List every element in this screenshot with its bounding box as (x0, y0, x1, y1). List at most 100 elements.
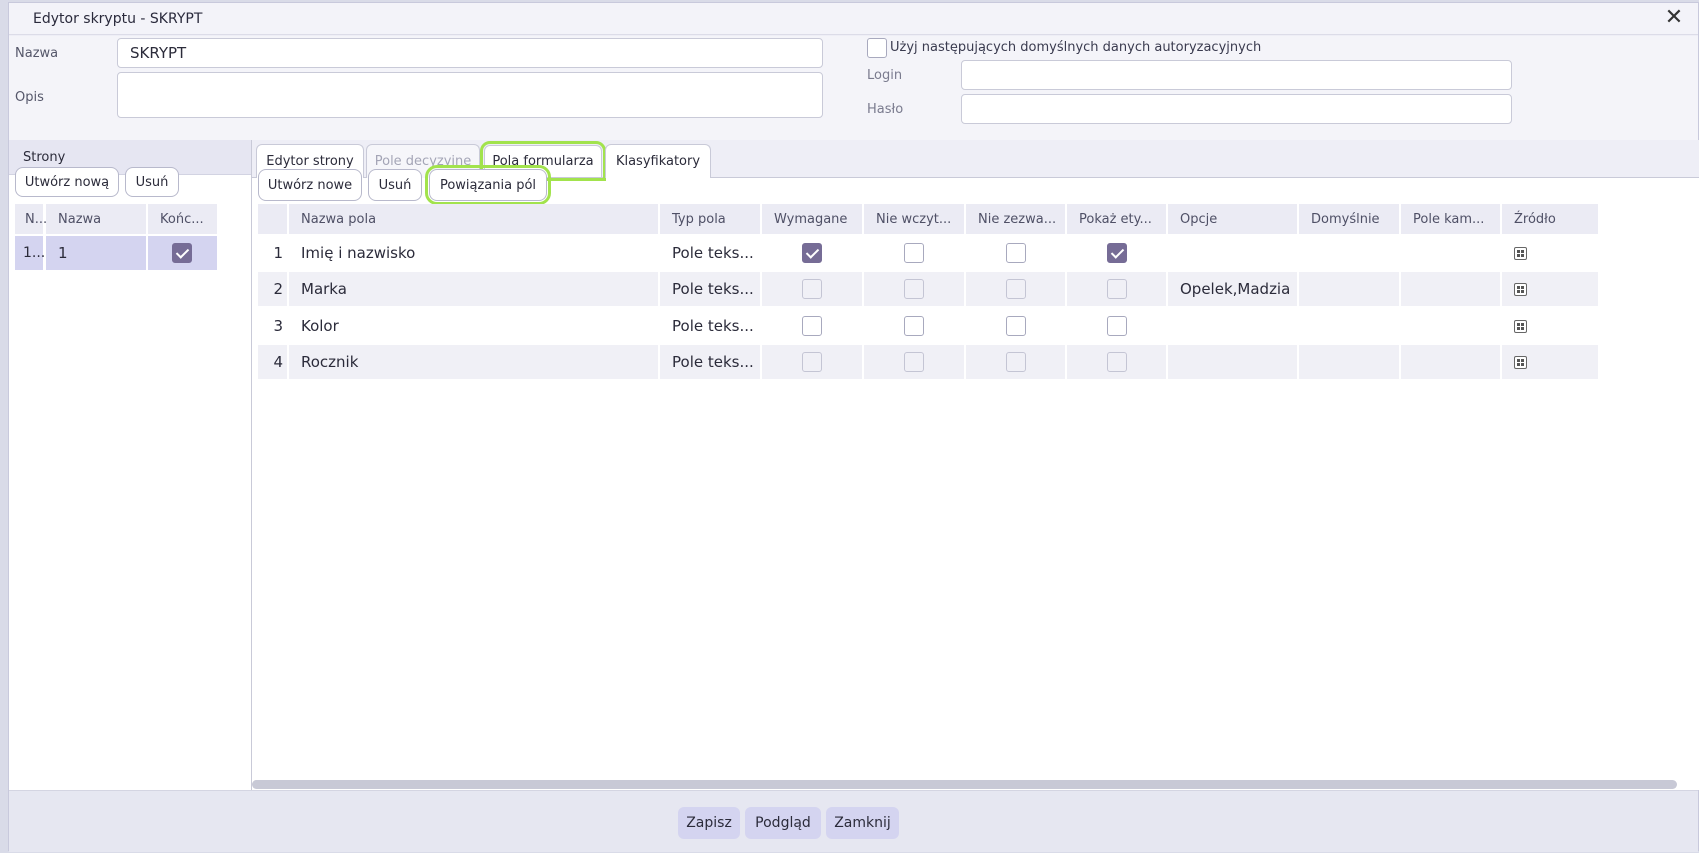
fields-col-show-label[interactable]: Pokaż ety... (1067, 204, 1166, 234)
fields-row-name-cell[interactable]: Marka (289, 272, 658, 306)
fields-row-no-cell[interactable]: 3 (258, 309, 287, 343)
password-input[interactable] (961, 94, 1512, 124)
fields-row-no-allow-cell[interactable] (966, 345, 1065, 379)
fields-row-default-cell[interactable] (1299, 309, 1399, 343)
fields-row-required-cell[interactable] (762, 345, 862, 379)
fields-row-no-load-cell[interactable] (864, 272, 964, 306)
required-checkbox[interactable] (802, 352, 822, 372)
fields-row-required-cell[interactable] (762, 236, 862, 270)
fields-col-type[interactable]: Typ pola (660, 204, 760, 234)
no-allow-checkbox[interactable] (1005, 279, 1026, 299)
fields-row-options-cell[interactable] (1168, 236, 1297, 270)
fields-col-number[interactable] (258, 204, 287, 234)
fields-row-no-cell[interactable]: 1 (258, 236, 287, 270)
required-checkbox[interactable] (802, 279, 822, 299)
fields-col-options[interactable]: Opcje (1168, 204, 1297, 234)
source-icon[interactable] (1514, 355, 1527, 369)
fields-col-name[interactable]: Nazwa pola (289, 204, 658, 234)
description-label: Opis (15, 90, 44, 105)
fields-row-no-allow-cell[interactable] (966, 309, 1065, 343)
fields-row-options-cell[interactable] (1168, 345, 1297, 379)
delete-page-button[interactable]: Usuń (125, 167, 179, 197)
fields-col-required[interactable]: Wymagane (762, 204, 862, 234)
no-load-checkbox[interactable] (904, 316, 924, 336)
fields-row-no-load-cell[interactable] (864, 309, 964, 343)
login-input[interactable] (961, 60, 1512, 90)
no-load-checkbox[interactable] (904, 279, 924, 299)
pages-row-number[interactable]: 1... (15, 236, 45, 270)
name-input[interactable]: SKRYPT (117, 38, 823, 68)
required-checkbox[interactable] (802, 243, 822, 263)
fields-row-camp-field-cell[interactable] (1401, 272, 1500, 306)
create-page-button[interactable]: Utwórz nową (15, 167, 119, 197)
no-allow-checkbox[interactable] (1005, 316, 1026, 336)
fields-col-no-allow[interactable]: Nie zezwa... (966, 204, 1065, 234)
description-input[interactable] (117, 72, 823, 118)
pages-row-final[interactable] (148, 236, 217, 270)
fields-col-default[interactable]: Domyślnie (1299, 204, 1399, 234)
show-label-checkbox[interactable] (1106, 279, 1127, 299)
fields-row-source-cell[interactable] (1502, 309, 1598, 343)
fields-row-name-cell[interactable]: Imię i nazwisko (289, 236, 658, 270)
fields-row-show-label-cell[interactable] (1067, 345, 1166, 379)
pages-col-final[interactable]: Końc... (148, 204, 217, 234)
tab-classifiers[interactable]: Klasyfikatory (605, 144, 711, 178)
close-button[interactable]: Zamknij (826, 807, 899, 839)
pages-col-number[interactable]: N... (15, 204, 47, 234)
fields-row-no-cell[interactable]: 2 (258, 272, 287, 306)
show-label-checkbox[interactable] (1106, 243, 1127, 263)
fields-row-camp-field-cell[interactable] (1401, 236, 1500, 270)
fields-row-no-allow-cell[interactable] (966, 272, 1065, 306)
fields-row-no-load-cell[interactable] (864, 236, 964, 270)
final-page-checkbox[interactable] (172, 243, 192, 263)
fields-row-no-cell[interactable]: 4 (258, 345, 287, 379)
default-auth-checkbox[interactable] (867, 38, 887, 58)
source-icon[interactable] (1514, 246, 1527, 260)
show-label-checkbox[interactable] (1106, 316, 1127, 336)
fields-row-source-cell[interactable] (1502, 272, 1598, 306)
fields-row-default-cell[interactable] (1299, 272, 1399, 306)
required-checkbox[interactable] (802, 316, 822, 336)
fields-row-no-load-cell[interactable] (864, 345, 964, 379)
fields-col-no-load[interactable]: Nie wczyt... (864, 204, 964, 234)
source-icon[interactable] (1514, 282, 1527, 296)
fields-row-required-cell[interactable] (762, 309, 862, 343)
fields-row-options-cell[interactable]: Opelek,Madzia (1168, 272, 1297, 306)
no-allow-checkbox[interactable] (1005, 352, 1026, 372)
script-editor-window: Edytor skryptu - SKRYPT ✕ Nazwa SKRYPT O… (8, 2, 1699, 852)
delete-field-button[interactable]: Usuń (368, 169, 422, 201)
fields-row-type-cell[interactable]: Pole teks... (660, 236, 760, 270)
create-field-button[interactable]: Utwórz nowe (258, 169, 362, 201)
fields-row-camp-field-cell[interactable] (1401, 345, 1500, 379)
fields-row-source-cell[interactable] (1502, 345, 1598, 379)
fields-row-show-label-cell[interactable] (1067, 272, 1166, 306)
fields-row-name-cell[interactable]: Kolor (289, 309, 658, 343)
fields-row-show-label-cell[interactable] (1067, 236, 1166, 270)
pages-row-name[interactable]: 1 (46, 236, 146, 270)
no-allow-checkbox[interactable] (1005, 243, 1026, 263)
close-icon[interactable]: ✕ (1664, 7, 1684, 29)
fields-col-source[interactable]: Źródło (1502, 204, 1598, 234)
horizontal-scrollbar[interactable] (252, 780, 1677, 789)
preview-button[interactable]: Podgląd (745, 807, 821, 839)
fields-row-default-cell[interactable] (1299, 345, 1399, 379)
fields-row-show-label-cell[interactable] (1067, 309, 1166, 343)
fields-row-required-cell[interactable] (762, 272, 862, 306)
fields-row-default-cell[interactable] (1299, 236, 1399, 270)
fields-col-campaign-field[interactable]: Pole kam... (1401, 204, 1500, 234)
fields-row-no-allow-cell[interactable] (966, 236, 1065, 270)
fields-row-name-cell[interactable]: Rocznik (289, 345, 658, 379)
field-links-button[interactable]: Powiązania pól (425, 165, 551, 205)
save-button[interactable]: Zapisz (678, 807, 740, 839)
fields-row-options-cell[interactable] (1168, 309, 1297, 343)
fields-row-type-cell[interactable]: Pole teks... (660, 272, 760, 306)
fields-row-type-cell[interactable]: Pole teks... (660, 345, 760, 379)
fields-row-type-cell[interactable]: Pole teks... (660, 309, 760, 343)
no-load-checkbox[interactable] (904, 352, 924, 372)
source-icon[interactable] (1514, 319, 1527, 333)
fields-row-source-cell[interactable] (1502, 236, 1598, 270)
pages-col-name[interactable]: Nazwa (46, 204, 146, 234)
no-load-checkbox[interactable] (904, 243, 924, 263)
show-label-checkbox[interactable] (1106, 352, 1127, 372)
fields-row-camp-field-cell[interactable] (1401, 309, 1500, 343)
